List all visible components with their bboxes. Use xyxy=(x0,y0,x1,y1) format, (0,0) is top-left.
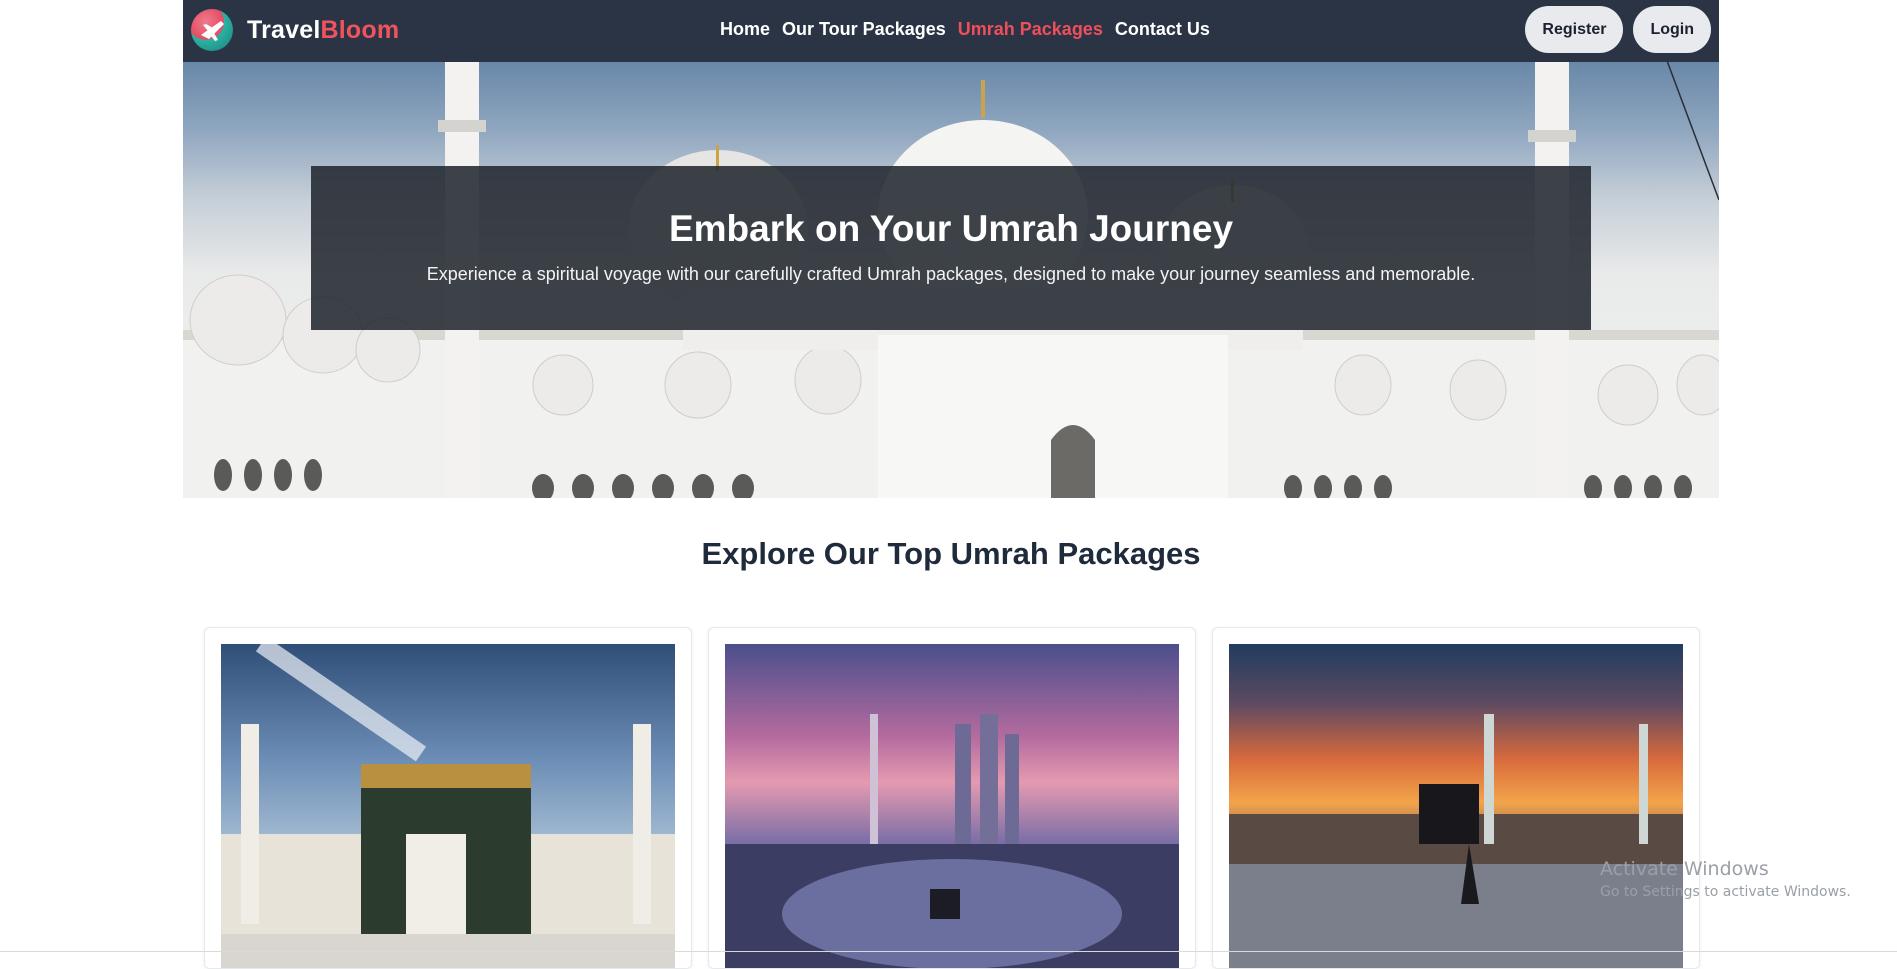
brand-name[interactable]: TravelBloom xyxy=(247,16,399,45)
hero-overlay: Embark on Your Umrah Journey Experience … xyxy=(311,166,1591,330)
package-card[interactable] xyxy=(708,627,1196,969)
auth-buttons: Register Login xyxy=(1525,6,1711,53)
package-image-makkah-night xyxy=(725,644,1179,968)
package-image-kaaba-sunset xyxy=(1229,644,1683,968)
plane-icon xyxy=(201,21,224,41)
login-button[interactable]: Login xyxy=(1633,6,1711,53)
watermark-subtitle: Go to Settings to activate Windows. xyxy=(1600,884,1851,900)
package-card[interactable] xyxy=(204,627,692,969)
nav-item-umrah-packages[interactable]: Umrah Packages xyxy=(958,19,1103,40)
hero-title: Embark on Your Umrah Journey xyxy=(668,208,1234,249)
nav-item-tour-packages[interactable]: Our Tour Packages xyxy=(782,19,946,40)
brand-name-part1: Travel xyxy=(247,16,321,44)
brand-name-part2: Bloom xyxy=(320,16,400,44)
package-image-kaaba xyxy=(221,644,675,968)
watermark-title: Activate Windows xyxy=(1600,858,1769,880)
nav-item-contact[interactable]: Contact Us xyxy=(1115,19,1210,40)
packages-heading: Explore Our Top Umrah Packages xyxy=(701,536,1201,571)
package-card[interactable] xyxy=(1212,627,1700,969)
nav-menu: Home Our Tour Packages Umrah Packages Co… xyxy=(720,19,1210,40)
package-cards xyxy=(204,627,1700,969)
hero-subtitle: Experience a spiritual voyage with our c… xyxy=(426,264,1476,284)
brand-logo[interactable] xyxy=(191,9,233,51)
navbar: TravelBloom Home Our Tour Packages Umrah… xyxy=(183,0,1719,62)
register-button[interactable]: Register xyxy=(1525,6,1624,53)
nav-item-home[interactable]: Home xyxy=(720,19,770,40)
windows-activation-watermark: Activate Windows Go to Settings to activ… xyxy=(1600,858,1851,900)
hero-banner: Embark on Your Umrah Journey Experience … xyxy=(183,0,1719,498)
